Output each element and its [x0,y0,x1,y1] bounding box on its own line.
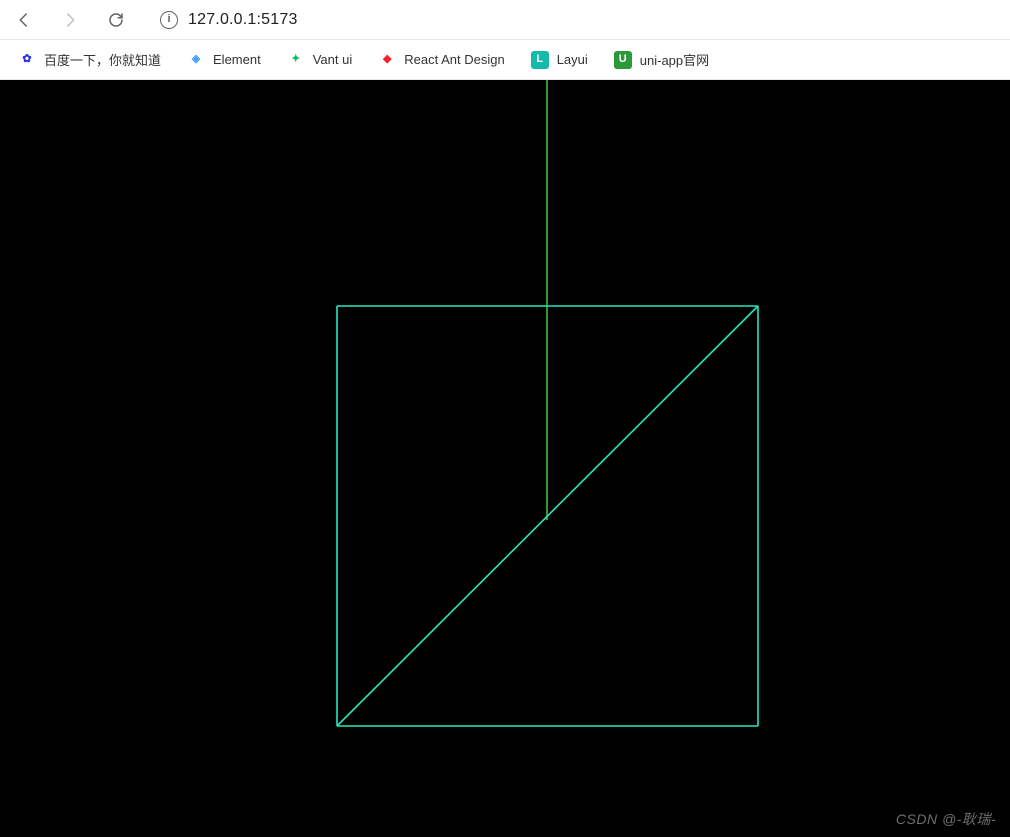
bookmark-label: Vant ui [313,52,353,67]
address-bar[interactable]: i 127.0.0.1:5173 [148,5,1000,35]
bookmark-label: Element [213,52,261,67]
uniapp-icon: U [614,51,632,69]
arrow-left-icon [15,11,33,29]
bookmark-item[interactable]: ✦ Vant ui [287,51,353,69]
bookmark-label: uni-app官网 [640,50,709,69]
vant-icon: ✦ [287,51,305,69]
bookmark-label: Layui [557,52,588,67]
threejs-viewport[interactable]: CSDN @-耿瑞- [0,80,1010,837]
bookmark-item[interactable]: ✿ 百度一下，你就知道 [18,50,161,69]
scene-canvas [0,80,1010,837]
bookmark-item[interactable]: Uuni-app官网 [614,50,709,69]
reload-icon [107,11,125,29]
bookmark-item[interactable]: ◆ React Ant Design [378,51,504,69]
url-text: 127.0.0.1:5173 [188,11,298,29]
arrow-right-icon [61,11,79,29]
bookmark-label: 百度一下，你就知道 [44,50,161,69]
baidu-icon: ✿ [18,51,36,69]
forward-button[interactable] [56,6,84,34]
bookmark-label: React Ant Design [404,52,504,67]
element-icon: ◈ [187,51,205,69]
site-info-icon[interactable]: i [160,11,178,29]
bookmark-item[interactable]: L Layui [531,51,588,69]
bookmarks-bar: ✿ 百度一下，你就知道 ◈ Element ✦ Vant ui ◆ React Ant Des… [0,40,1010,80]
bookmark-item[interactable]: ◈ Element [187,51,261,69]
layui-icon: L [531,51,549,69]
watermark-text: CSDN @-耿瑞- [896,809,996,829]
browser-navbar: i 127.0.0.1:5173 [0,0,1010,40]
antd-icon: ◆ [378,51,396,69]
back-button[interactable] [10,6,38,34]
reload-button[interactable] [102,6,130,34]
